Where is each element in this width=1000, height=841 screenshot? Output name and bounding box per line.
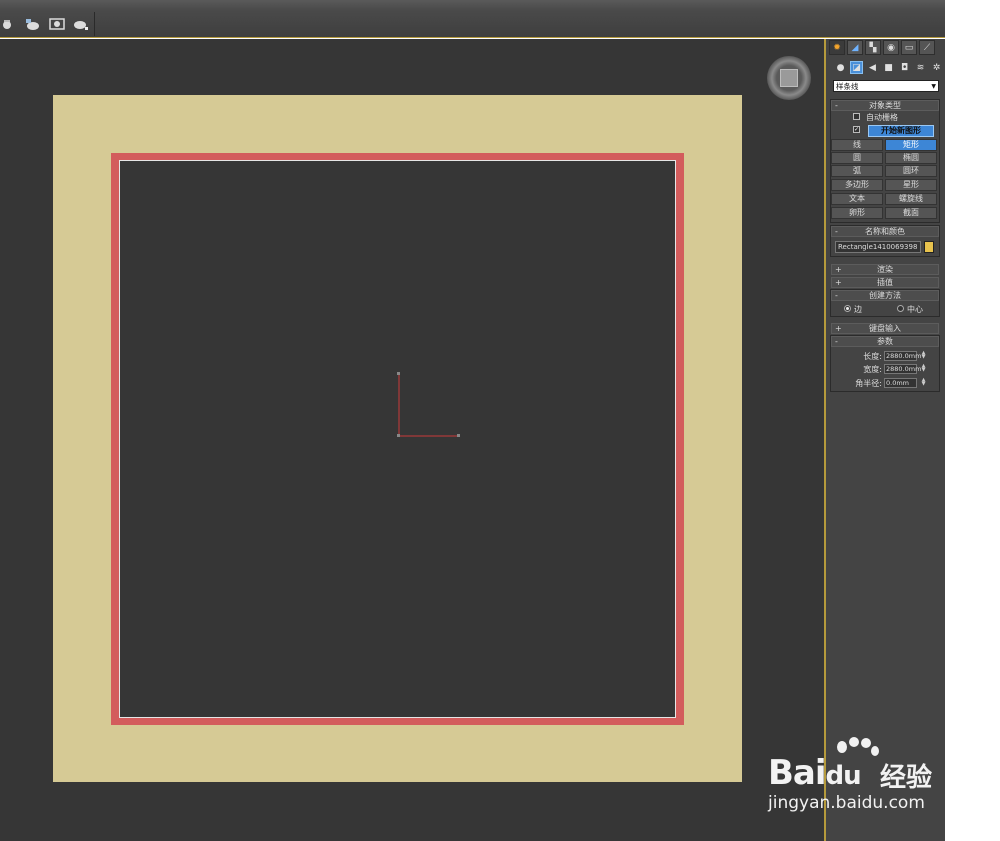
corner-radius-input[interactable]: 0.0mm	[884, 378, 917, 388]
autogrid-label: 自动栅格	[866, 113, 898, 122]
star-button[interactable]: 星形	[885, 179, 937, 191]
brand-suffix: du	[825, 761, 862, 791]
egg-button[interactable]: 卵形	[831, 207, 883, 219]
keyboard-entry-title: 键盘输入	[869, 324, 901, 333]
teapot-render-icon[interactable]	[24, 16, 42, 32]
collapse-sign: -	[835, 337, 838, 346]
object-type-title: 对象类型	[869, 101, 901, 110]
cameras-icon[interactable]: ■	[882, 61, 895, 74]
section-button[interactable]: 截面	[885, 207, 937, 219]
text-button[interactable]: 文本	[831, 193, 883, 205]
command-panel: ✹ ◢ ▚ ◉ ▭ ⟋ ● ◪ ◀ ■ ◘ ≋ ✲ 样条线 ▼ - 对象类型 自…	[826, 39, 945, 841]
rendering-header[interactable]: + 渲染	[831, 264, 939, 275]
donut-button[interactable]: 圆环	[885, 165, 937, 177]
rendering-title: 渲染	[877, 265, 893, 274]
display-icon[interactable]: ▭	[901, 40, 917, 55]
shapes-icon[interactable]: ◪	[850, 61, 863, 74]
length-label: 长度:	[863, 352, 882, 361]
keyboard-entry-header[interactable]: + 键盘输入	[831, 323, 939, 334]
creation-method-header[interactable]: - 创建方法	[831, 290, 939, 301]
perspective-viewport[interactable]	[0, 39, 825, 841]
collapse-sign: -	[835, 291, 838, 300]
interpolation-header[interactable]: + 插值	[831, 277, 939, 288]
collapse-sign: -	[835, 227, 838, 236]
edge-label: 边	[854, 305, 862, 314]
hierarchy-icon[interactable]: ▚	[865, 40, 881, 55]
systems-icon[interactable]: ✲	[930, 61, 943, 74]
width-spinner-icon[interactable]: ▲ ▼	[920, 364, 927, 374]
geometry-icon[interactable]: ●	[834, 61, 847, 74]
transform-gizmo[interactable]	[397, 372, 463, 446]
edge-radio[interactable]	[844, 305, 851, 312]
render-frame-icon[interactable]	[48, 16, 66, 32]
command-panel-tabs: ✹ ◢ ▚ ◉ ▭ ⟋	[829, 40, 935, 55]
rectangle-button[interactable]: 矩形	[885, 139, 937, 151]
chevron-down-icon: ▼	[931, 83, 936, 90]
quick-render-icon[interactable]	[72, 16, 90, 32]
modify-icon[interactable]: ◢	[847, 40, 863, 55]
autogrid-checkbox[interactable]	[853, 113, 860, 120]
parameters-title: 参数	[877, 337, 893, 346]
create-subtabs: ● ◪ ◀ ■ ◘ ≋ ✲	[834, 61, 943, 74]
center-label: 中心	[907, 305, 923, 314]
spacewarps-icon[interactable]: ≋	[914, 61, 927, 74]
ellipse-button[interactable]: 椭圆	[885, 152, 937, 164]
width-input[interactable]: 2880.0mm	[884, 364, 921, 374]
main-toolbar	[0, 0, 945, 38]
ngon-button[interactable]: 多边形	[831, 179, 883, 191]
length-spinner-icon[interactable]: ▲ ▼	[920, 351, 927, 361]
category-dropdown[interactable]: 样条线 ▼	[833, 80, 939, 92]
expand-sign: +	[835, 324, 842, 333]
center-radio[interactable]	[897, 305, 904, 312]
expand-sign: +	[835, 278, 842, 287]
baidu-watermark: Baidu 经验 jingyan.baidu.com	[760, 733, 950, 823]
start-new-shape-button[interactable]: 开始新图形	[868, 125, 934, 137]
render-toolbar-group	[0, 12, 95, 36]
interpolation-title: 插值	[877, 278, 893, 287]
circle-button[interactable]: 圆	[831, 152, 883, 164]
creation-method-title: 创建方法	[869, 291, 901, 300]
object-color-swatch[interactable]	[924, 241, 934, 253]
arc-button[interactable]: 弧	[831, 165, 883, 177]
start-new-shape-checkbox[interactable]: ✓	[853, 126, 860, 133]
length-input[interactable]: 2880.0mm	[884, 351, 921, 361]
motion-icon[interactable]: ◉	[883, 40, 899, 55]
watermark-brand: Baidu	[768, 753, 862, 793]
helpers-icon[interactable]: ◘	[898, 61, 911, 74]
helix-button[interactable]: 螺旋线	[885, 193, 937, 205]
corner-radius-label: 角半径:	[855, 379, 882, 388]
collapse-sign: -	[835, 101, 838, 110]
line-button[interactable]: 线	[831, 139, 883, 151]
viewcube-icon[interactable]	[767, 56, 811, 100]
object-type-header[interactable]: - 对象类型	[831, 100, 939, 111]
utilities-icon[interactable]: ⟋	[919, 40, 935, 55]
brand-part: Bai	[768, 753, 827, 793]
category-dropdown-value: 样条线	[836, 82, 859, 91]
expand-sign: +	[835, 265, 842, 274]
watermark-chinese: 经验	[880, 763, 933, 793]
watermark-url: jingyan.baidu.com	[768, 793, 925, 813]
name-color-header[interactable]: - 名称和颜色	[831, 226, 939, 237]
width-label: 宽度:	[863, 365, 882, 374]
viewcube-face[interactable]	[780, 69, 798, 87]
object-name-input[interactable]: Rectangle1410069398	[835, 241, 921, 253]
lights-icon[interactable]: ◀	[866, 61, 879, 74]
create-icon[interactable]: ✹	[829, 40, 845, 55]
corner-radius-spinner-icon[interactable]: ▲ ▼	[920, 378, 927, 388]
name-color-title: 名称和颜色	[865, 227, 905, 236]
teapot-icon[interactable]	[0, 16, 18, 32]
parameters-header[interactable]: - 参数	[831, 336, 939, 347]
